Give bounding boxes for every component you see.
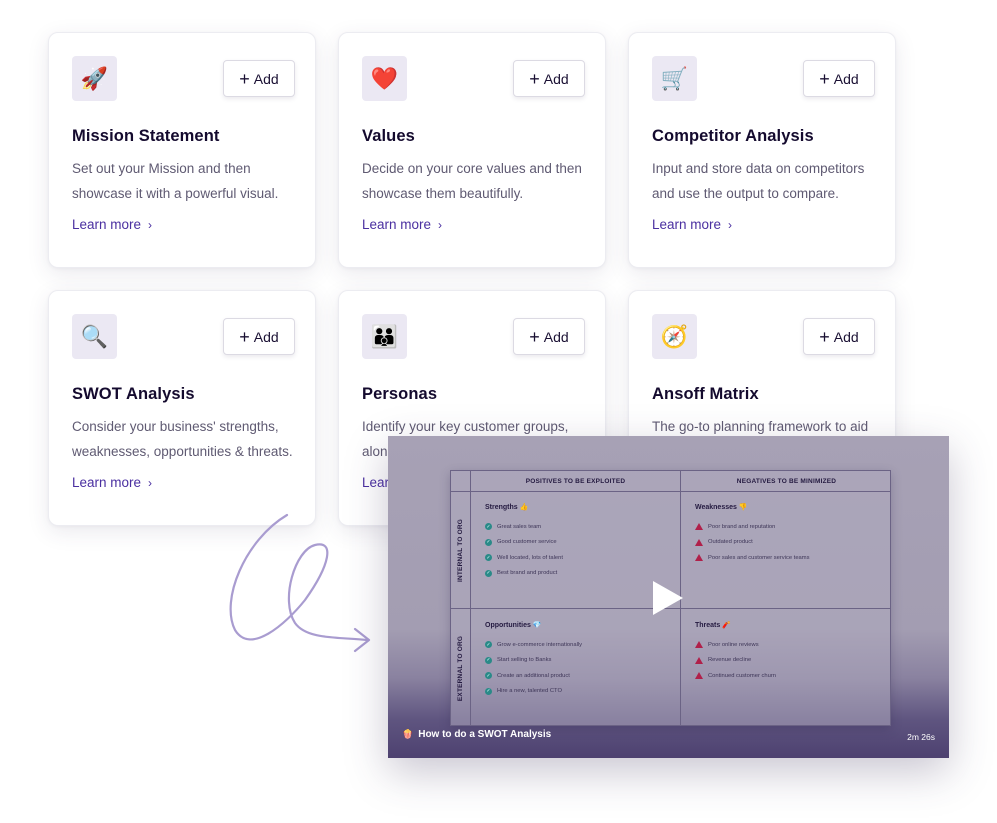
popcorn-icon: 🍿 (402, 729, 414, 739)
strengths-item: ✓ Great sales team (485, 523, 542, 531)
weaknesses-title: Weaknesses 👎 (695, 504, 748, 511)
card-title: SWOT Analysis (72, 385, 195, 403)
weaknesses-item: Poor brand and reputation (695, 519, 810, 535)
positives-header: POSITIVES TO BE EXPLOITED (525, 477, 626, 485)
strengths-title: Strengths 👍 (485, 504, 529, 511)
add-button-label: Add (543, 70, 569, 87)
tool-card: 🔍 + Add SWOT Analysis Consider your busin… (48, 290, 316, 526)
heart-icon: ❤️ (362, 56, 407, 101)
external-header: EXTERNAL TO ORG (457, 635, 464, 701)
strengths-item: ✓ Good customer service (485, 538, 557, 546)
opportunities-quadrant: Opportunities 💎 ✓ Grow e-commerce internati… (485, 621, 582, 699)
card-description: Consider your business' strengths, weakn… (72, 419, 293, 459)
video-title-text: How to do a SWOT Analysis (418, 729, 552, 740)
threats-item: Continued customer churn (695, 668, 776, 684)
card-description: Set out your Mission and then showcase i… (72, 161, 279, 201)
card-title: Values (362, 127, 415, 145)
opportunities-item: ✓ Hire a new, talented CTO (485, 687, 562, 695)
learn-more-link[interactable]: Learn more › (362, 217, 442, 232)
plus-icon: + (819, 68, 830, 89)
plus-icon: + (819, 326, 830, 347)
card-title: Ansoff Matrix (652, 385, 759, 403)
add-button[interactable]: + Add (513, 60, 585, 97)
add-button[interactable]: + Add (803, 60, 875, 97)
strengths-item: ✓ Well located, lots of talent (485, 554, 563, 562)
check-circle-icon: ✓ (485, 538, 492, 546)
video-title: 🍿 How to do a SWOT Analysis (402, 729, 551, 740)
warning-triangle-icon (695, 538, 703, 546)
check-circle-icon: ✓ (485, 672, 492, 680)
warning-triangle-icon (695, 641, 703, 649)
internal-header: INTERNAL TO ORG (457, 518, 465, 582)
weaknesses-quadrant: Weaknesses 👎 Poor brand and reputation Outd… (695, 503, 810, 566)
learn-more-link[interactable]: Learn more › (652, 217, 732, 232)
chevron-right-icon: › (148, 475, 153, 490)
card-title: Competitor Analysis (652, 127, 814, 145)
chevron-right-icon: › (728, 217, 733, 232)
add-button[interactable]: + Add (223, 60, 295, 97)
card-title: Mission Statement (72, 127, 220, 145)
check-circle-icon: ✓ (485, 523, 492, 531)
warning-triangle-icon (695, 523, 703, 531)
add-button-label: Add (833, 70, 859, 87)
threats-title: Threats 🧨 (695, 622, 732, 629)
opportunities-title: Opportunities 💎 (485, 622, 542, 629)
add-button-label: Add (543, 328, 569, 345)
shopping-cart-icon: 🛒 (652, 56, 697, 101)
add-button-label: Add (833, 328, 859, 345)
plus-icon: + (529, 326, 540, 347)
chevron-right-icon: › (148, 217, 153, 232)
add-button[interactable]: + Add (223, 318, 295, 355)
negatives-header: NEGATIVES TO BE MINIMIZED (736, 477, 837, 485)
add-button[interactable]: + Add (803, 318, 875, 355)
opportunities-item: ✓ Create an additional product (485, 672, 570, 680)
check-circle-icon: ✓ (485, 656, 492, 664)
add-button-label: Add (253, 328, 279, 345)
add-button[interactable]: + Add (513, 318, 585, 355)
strengths-quadrant: Strengths 👍 ✓ Great sales team ✓ Good custome… (485, 503, 563, 581)
magnifying-glass-icon: 🔍 (72, 314, 117, 359)
video-duration: 2m 26s (907, 732, 935, 742)
check-circle-icon: ✓ (485, 569, 492, 577)
learn-more-link[interactable]: Learn more › (72, 475, 152, 490)
tool-card: 🛒 + Add Competitor Analysis Input and sto… (628, 32, 896, 268)
chevron-right-icon: › (438, 217, 443, 232)
card-description: Input and store data on competitors and … (652, 161, 865, 201)
opportunities-item: ✓ Grow e-commerce internationally (485, 641, 583, 649)
threats-item: Poor online reviews (695, 637, 776, 653)
card-description: Decide on your core values and then show… (362, 161, 582, 201)
compass-icon: 🧭 (652, 314, 697, 359)
strengths-item: ✓ Best brand and product (485, 569, 558, 577)
card-title: Personas (362, 385, 438, 403)
curly-arrow-doodle (229, 513, 371, 653)
threats-quadrant: Threats 🧨 Poor online reviews Revenue decli… (695, 621, 776, 684)
tool-card: ❤️ + Add Values Decide on your core value… (338, 32, 606, 268)
learn-more-link[interactable]: Learn more › (72, 217, 152, 232)
warning-triangle-icon (695, 656, 703, 664)
add-button-label: Add (253, 70, 279, 87)
plus-icon: + (239, 68, 250, 89)
tool-card: 🚀 + Add Mission Statement Set out your Mi… (48, 32, 316, 268)
weaknesses-item: Poor sales and customer service teams (695, 550, 810, 566)
plus-icon: + (529, 68, 540, 89)
check-circle-icon: ✓ (485, 554, 492, 562)
threats-item: Revenue decline (695, 653, 776, 669)
video-player[interactable]: POSITIVES TO BE EXPLOITED NEGATIVES TO B… (388, 436, 949, 758)
warning-triangle-icon (695, 554, 703, 562)
weaknesses-item: Outdated product (695, 535, 810, 551)
rocket-icon: 🚀 (72, 56, 117, 101)
check-circle-icon: ✓ (485, 641, 492, 649)
opportunities-item: ✓ Start selling to Banks (485, 656, 552, 664)
learn-more-link[interactable]: Lear (362, 475, 389, 490)
play-icon[interactable] (653, 581, 683, 615)
warning-triangle-icon (695, 672, 703, 680)
plus-icon: + (239, 326, 250, 347)
check-circle-icon: ✓ (485, 687, 492, 695)
family-icon: 👪 (362, 314, 407, 359)
